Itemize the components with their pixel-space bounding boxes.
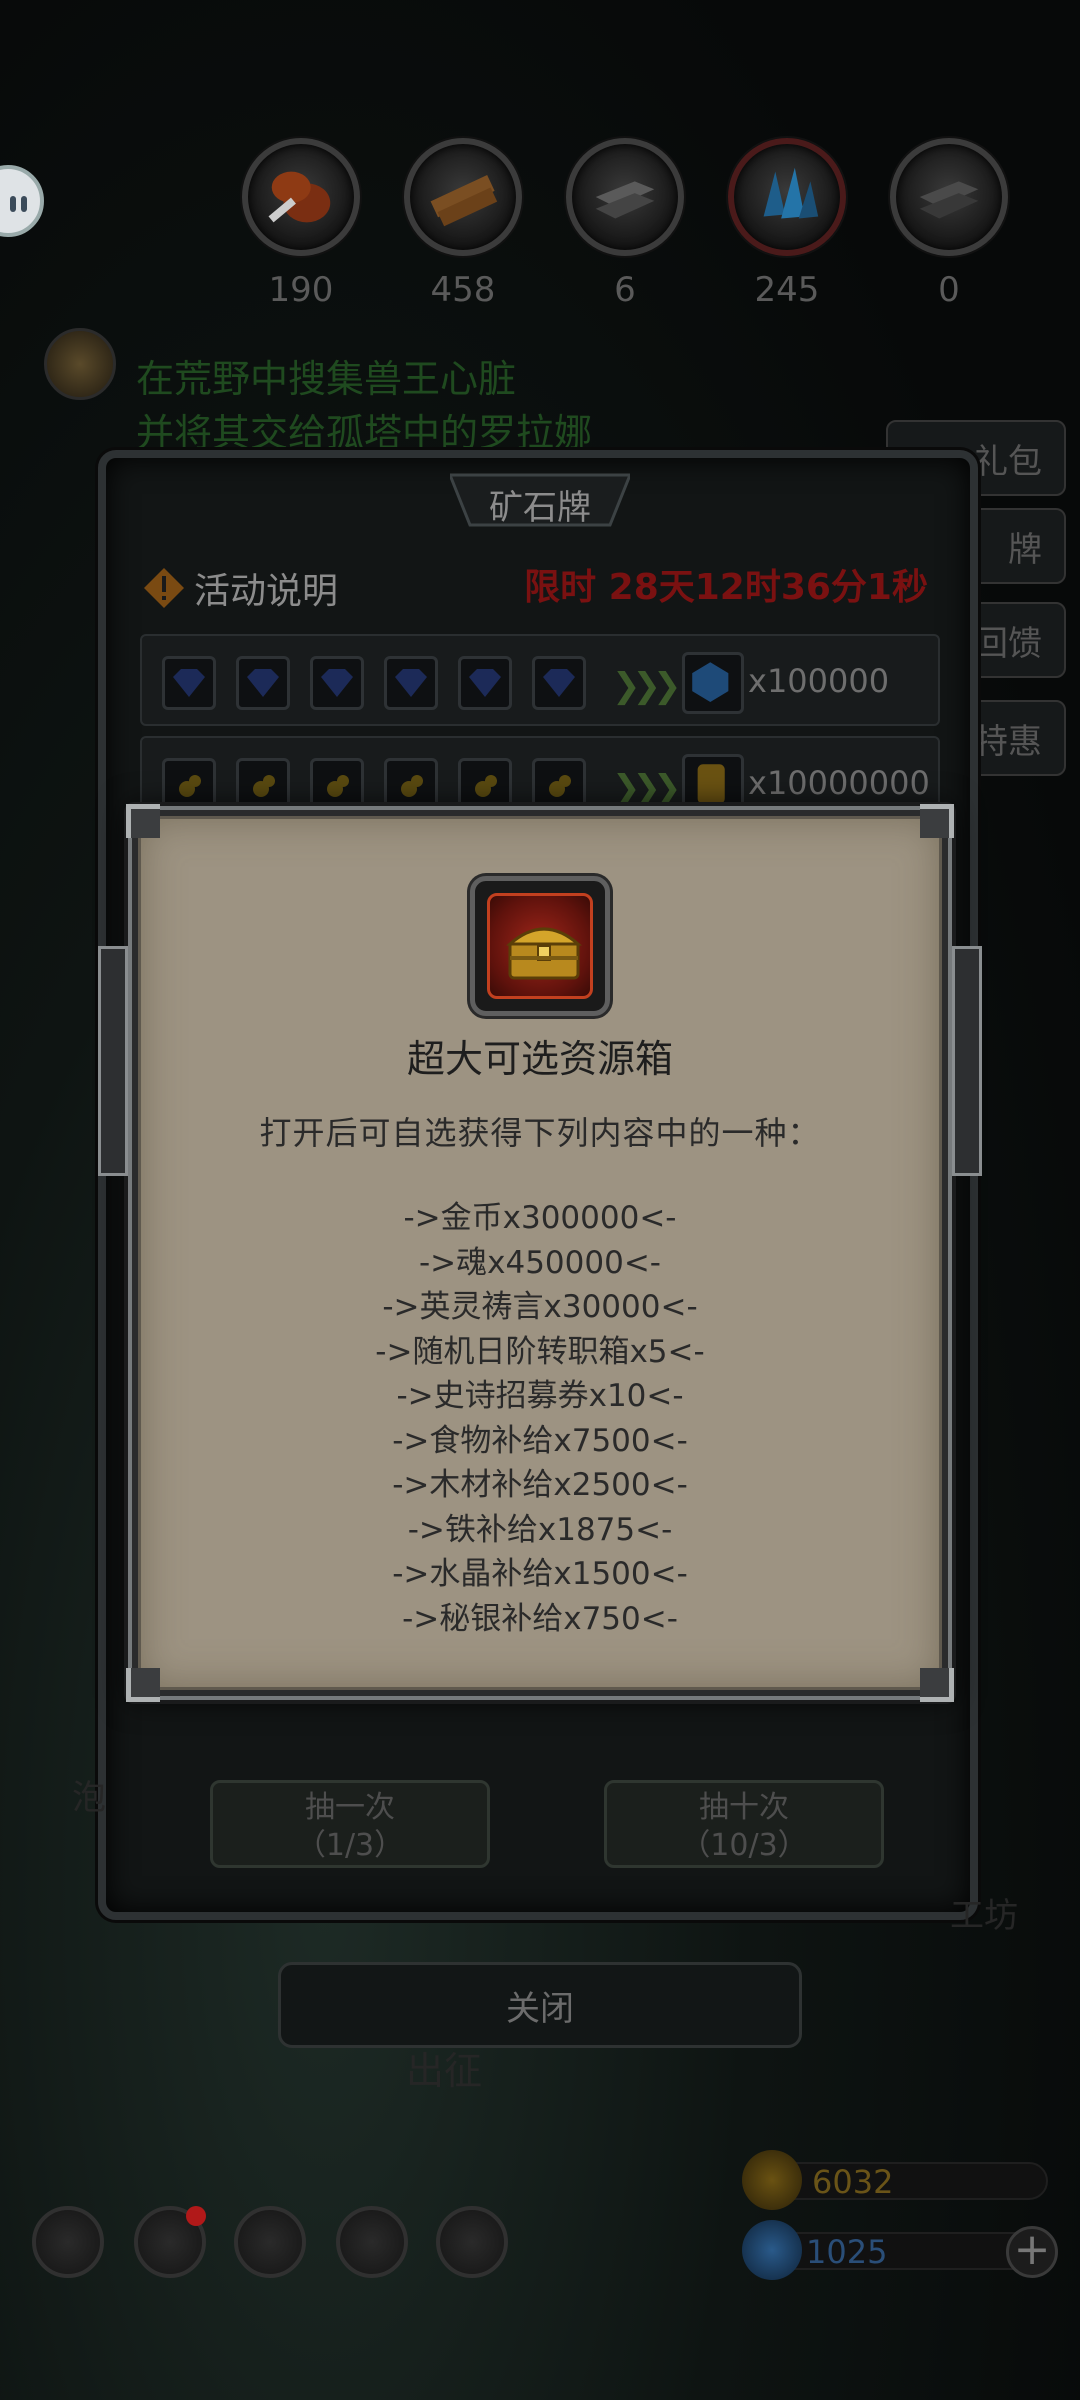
countdown-timer: 限时 28天12时36分1秒 [524,567,928,608]
list-item: ->水晶补给x1500<- [392,1556,688,1592]
achievement-icon[interactable] [134,2206,206,2278]
resource-count: 245 [754,270,820,310]
diamond-slot-icon [310,656,364,710]
popup-corner [126,1668,160,1702]
popup-corner [920,1668,954,1702]
gold-slot-icon [236,758,290,812]
list-item: ->木材补给x2500<- [392,1467,688,1503]
gold-slot-icon [458,758,512,812]
gold-slot-icon [384,758,438,812]
ranking-icon[interactable] [234,2206,306,2278]
gold-slot-icon [162,758,216,812]
clipped-label: 泡 [72,1778,106,1818]
meat-icon [242,138,360,256]
gold-slot-icon [310,758,364,812]
option-list: ->金币x300000<- ->魂x450000<- ->英灵祷言x30000<… [0,1196,1080,1641]
list-item: ->秘银补给x750<- [402,1600,678,1637]
diamond-icon [682,652,744,714]
activity-info-link[interactable]: 活动说明 [194,562,338,614]
draw-ten-button[interactable]: 抽十次 （10/3） [604,1780,884,1868]
diamond-slot-icon [458,656,512,710]
gold-slot-icon [532,758,586,812]
expedition-label[interactable]: 出征 [406,2040,482,2095]
resource-meat[interactable]: 190 [242,138,360,310]
resource-chest-icon [470,876,610,1016]
reward-amount: x100000 [748,662,890,700]
reward-amount: x10000000 [748,764,930,802]
quest-line-2[interactable]: 并将其交给孤塔中的罗拉娜 [136,402,592,457]
wood-icon [404,138,522,256]
list-item: ->铁补给x1875<- [407,1511,673,1548]
close-button[interactable]: 关闭 [278,1962,802,2048]
list-item: ->史诗招募券x10<- [396,1378,684,1414]
draw-ten-count: （10/3） [680,1828,808,1863]
popup-corner [920,804,954,838]
iron-icon [566,138,684,256]
shop-icon[interactable] [436,2206,508,2278]
list-item: ->英灵祷言x30000<- [382,1289,698,1325]
diamond-slot-icon [384,656,438,710]
draw-ten-label: 抽十次 [699,1790,789,1825]
item-description: 打开后可自选获得下列内容中的一种： [259,1114,821,1152]
add-currency-button[interactable]: + [1006,2226,1058,2278]
crystal-icon [728,138,846,256]
arrow-icon: ❯❯❯ [612,666,682,706]
resource-crystal[interactable]: 245 [728,138,846,310]
dialog-title: 矿石牌 [489,488,591,528]
workshop-label[interactable]: 工坊 [950,1888,1018,1937]
arrow-icon: ❯❯❯ [612,768,682,808]
resource-wood[interactable]: 458 [404,138,522,310]
draw-once-button[interactable]: 抽一次 （1/3） [210,1780,490,1868]
settings-gear-icon[interactable] [32,2206,104,2278]
resource-count: 0 [938,270,960,310]
resource-count: 6 [614,270,636,310]
resource-count: 458 [430,270,496,310]
notification-dot [186,2206,206,2226]
mail-icon[interactable] [336,2206,408,2278]
mithril-icon [890,138,1008,256]
draw-once-label: 抽一次 [305,1790,395,1825]
item-name: 超大可选资源箱 [406,1037,673,1081]
resource-iron[interactable]: 6 [566,138,684,310]
warning-icon[interactable] [142,566,186,610]
diamond-slot-icon [532,656,586,710]
list-item: ->魂x450000<- [418,1244,661,1281]
resource-mithril[interactable]: 0 [890,138,1008,310]
list-item: ->食物补给x7500<- [392,1422,688,1459]
gold-amount: 6032 [812,2163,894,2201]
diamond-icon [742,2220,802,2280]
reward-row-diamond: ❯❯❯ x100000 [140,634,940,726]
diamond-slot-icon [236,656,290,710]
diamond-slot-icon [162,656,216,710]
draw-once-count: （1/3） [295,1828,405,1863]
resource-count: 190 [268,270,334,310]
quest-icon[interactable] [44,328,116,400]
list-item: ->随机日阶转职箱x5<- [375,1333,705,1370]
diamond-amount: 1025 [806,2233,888,2271]
popup-corner [126,804,160,838]
quest-line-1[interactable]: 在荒野中搜集兽王心脏 [136,348,516,403]
list-item: ->金币x300000<- [403,1200,677,1236]
gold-coin-icon [742,2150,802,2210]
